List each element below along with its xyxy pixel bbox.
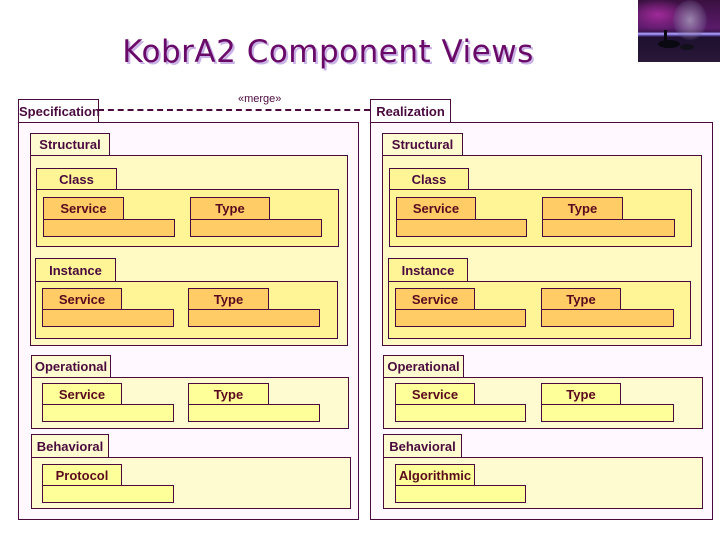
page-title: KobrA2 Component Views [122, 34, 534, 70]
real-instance-tab[interactable]: Instance [388, 258, 468, 282]
spec-class-type-body [190, 219, 322, 237]
real-structural-label: Structural [391, 137, 454, 152]
spec-class-service-label: Service [60, 201, 107, 216]
spec-behavioral-tab[interactable]: Behavioral [31, 434, 109, 458]
spec-class-tab[interactable]: Class [36, 168, 117, 190]
spec-operational-type-body [188, 404, 320, 422]
spec-operational-service-label: Service [58, 386, 106, 402]
real-instance-label: Instance [401, 262, 455, 278]
swan-body-shape [658, 40, 680, 48]
spec-instance-label: Instance [49, 262, 102, 278]
spec-operational-label: Operational [34, 359, 108, 374]
real-class-label: Class [411, 171, 447, 187]
merge-stereotype-label: «merge» [238, 93, 282, 105]
realization-label: Realization [376, 103, 445, 119]
spec-instance-service-label: Service [58, 291, 106, 307]
specification-label: Specification [19, 103, 100, 119]
spec-structural-label: Structural [39, 137, 101, 152]
spec-operational-type-tab[interactable]: Type [188, 383, 269, 405]
real-operational-label: Operational [387, 359, 460, 374]
spec-class-type-tab[interactable]: Type [190, 197, 270, 220]
real-instance-service-label: Service [411, 291, 459, 307]
real-behavioral-algorithmic-tab[interactable]: Algorithmic [395, 464, 475, 486]
spec-operational-service-body [42, 404, 174, 422]
real-operational-service-body [395, 404, 526, 422]
real-class-service-tab[interactable]: Service [396, 197, 476, 220]
real-operational-type-label: Type [566, 386, 596, 402]
specification-package-tab[interactable]: Specification [18, 99, 100, 123]
spec-class-service-body [43, 219, 175, 237]
real-class-tab[interactable]: Class [389, 168, 469, 190]
spec-operational-type-label: Type [213, 386, 244, 402]
real-operational-type-body [541, 404, 674, 422]
real-instance-service-body [395, 309, 526, 327]
real-behavioral-algorithmic-body [395, 485, 526, 503]
decorative-swan-moon-image [638, 0, 720, 62]
spec-operational-tab[interactable]: Operational [31, 355, 111, 378]
real-instance-type-body [541, 309, 674, 327]
real-class-type-tab[interactable]: Type [542, 197, 623, 220]
spec-instance-tab[interactable]: Instance [35, 258, 116, 282]
real-operational-tab[interactable]: Operational [383, 355, 464, 378]
swan-small-shape [680, 44, 694, 50]
realization-package-tab[interactable]: Realization [370, 99, 451, 123]
real-operational-service-tab[interactable]: Service [395, 383, 475, 405]
real-operational-type-tab[interactable]: Type [541, 383, 621, 405]
spec-class-service-tab[interactable]: Service [43, 197, 124, 220]
real-behavioral-algorithmic-label: Algorithmic [398, 467, 472, 483]
real-structural-tab[interactable]: Structural [382, 133, 463, 156]
real-class-type-label: Type [567, 201, 598, 216]
real-behavioral-label: Behavioral [389, 438, 456, 454]
real-operational-service-label: Service [411, 386, 459, 402]
spec-behavioral-label: Behavioral [36, 438, 104, 454]
real-class-type-body [542, 219, 675, 237]
spec-instance-service-tab[interactable]: Service [42, 288, 122, 310]
spec-operational-service-tab[interactable]: Service [42, 383, 122, 405]
real-instance-type-label: Type [566, 291, 596, 307]
spec-structural-tab[interactable]: Structural [30, 133, 110, 156]
spec-class-type-label: Type [215, 201, 245, 216]
spec-instance-type-body [188, 309, 320, 327]
merge-dependency-line [98, 109, 370, 111]
real-instance-type-tab[interactable]: Type [541, 288, 621, 310]
spec-behavioral-protocol-label: Protocol [55, 467, 109, 483]
spec-class-label: Class [59, 171, 94, 187]
real-class-service-label: Service [412, 201, 460, 216]
real-instance-service-tab[interactable]: Service [395, 288, 475, 310]
real-behavioral-tab[interactable]: Behavioral [383, 434, 462, 458]
spec-instance-service-body [42, 309, 174, 327]
spec-instance-type-label: Type [213, 291, 244, 307]
spec-behavioral-protocol-tab[interactable]: Protocol [42, 464, 122, 486]
spec-behavioral-protocol-body [42, 485, 174, 503]
real-class-service-body [396, 219, 527, 237]
spec-instance-type-tab[interactable]: Type [188, 288, 269, 310]
